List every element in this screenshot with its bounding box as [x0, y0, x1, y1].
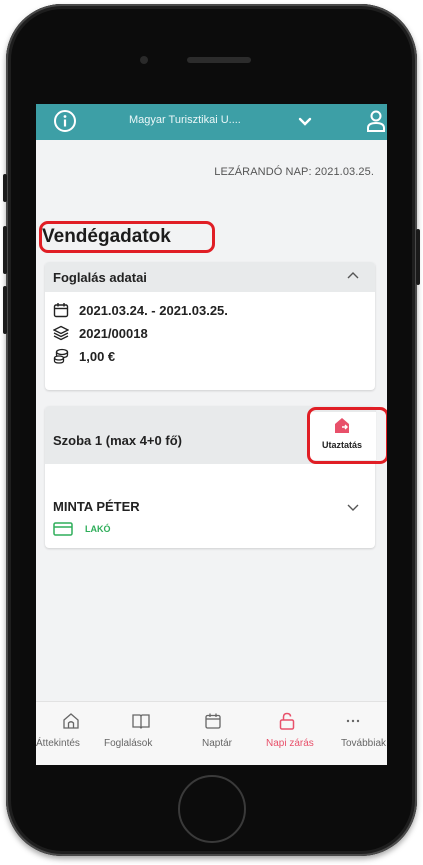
booking-amount: 1,00 € — [79, 348, 116, 364]
guest-name[interactable]: MINTA PÉTER — [53, 499, 140, 514]
nav-label: Foglalások — [104, 738, 153, 749]
nav-item-overview[interactable]: Áttekintés — [36, 702, 106, 762]
home-button — [178, 775, 246, 843]
nav-label: Továbbiak — [341, 738, 387, 749]
chevron-down-icon[interactable] — [347, 502, 359, 512]
booking-number-row: 2021/00018 — [53, 323, 148, 343]
room-label: Szoba 1 (max 4+0 fő) — [53, 433, 182, 448]
booking-details-card: Foglalás adatai 2021.03.24. - 2021.03.25… — [45, 262, 375, 390]
nav-item-daily-closing[interactable]: Napi zárás — [246, 702, 316, 762]
nav-label: Naptár — [202, 738, 233, 749]
booking-details-header[interactable]: Foglalás adatai — [45, 262, 375, 292]
guest-status: LAKÓ — [85, 524, 111, 534]
volume-up-button — [3, 226, 7, 274]
chevron-up-icon[interactable] — [347, 271, 359, 281]
nav-item-more[interactable]: Továbbiak — [316, 702, 387, 762]
volume-down-button — [3, 286, 7, 334]
title-highlight-annotation — [39, 221, 215, 253]
app-header: Magyar Turisztikai U.... — [36, 104, 387, 140]
speaker-grille — [187, 57, 251, 63]
nav-item-bookings[interactable]: Foglalások — [104, 702, 176, 762]
unlock-icon — [279, 712, 295, 730]
more-icon — [346, 719, 360, 723]
coins-icon — [53, 348, 69, 364]
closing-date-label: LEZÁRANDÓ NAP: 2021.03.25. — [214, 166, 374, 178]
layers-icon — [53, 325, 69, 341]
id-card-icon — [53, 522, 73, 536]
mute-switch — [3, 174, 7, 202]
booking-amount-row: 1,00 € — [53, 346, 115, 366]
guest-status-badge: LAKÓ — [53, 522, 111, 536]
bottom-navigation: Áttekintés Foglalások Naptár Napi zárás … — [36, 701, 387, 765]
home-icon — [63, 713, 79, 729]
nav-item-calendar[interactable]: Naptár — [176, 702, 246, 762]
app-screen: Magyar Turisztikai U.... LEZÁRANDÓ NAP: … — [36, 104, 387, 765]
nav-label: Áttekintés — [36, 738, 80, 749]
booking-dates: 2021.03.24. - 2021.03.25. — [79, 302, 228, 318]
user-icon[interactable] — [366, 109, 386, 133]
transport-highlight-annotation — [307, 407, 387, 464]
chevron-down-icon[interactable] — [298, 116, 312, 128]
info-icon[interactable] — [53, 109, 77, 133]
calendar-icon — [53, 303, 69, 318]
nav-label: Napi zárás — [266, 738, 314, 749]
organization-selector-label[interactable]: Magyar Turisztikai U.... — [129, 114, 241, 126]
front-camera — [140, 56, 148, 64]
booking-number: 2021/00018 — [79, 325, 148, 341]
booking-details-label: Foglalás adatai — [53, 270, 147, 285]
power-button — [416, 229, 420, 285]
book-icon — [132, 714, 150, 729]
calendar-icon — [205, 713, 221, 729]
booking-dates-row: 2021.03.24. - 2021.03.25. — [53, 300, 228, 320]
